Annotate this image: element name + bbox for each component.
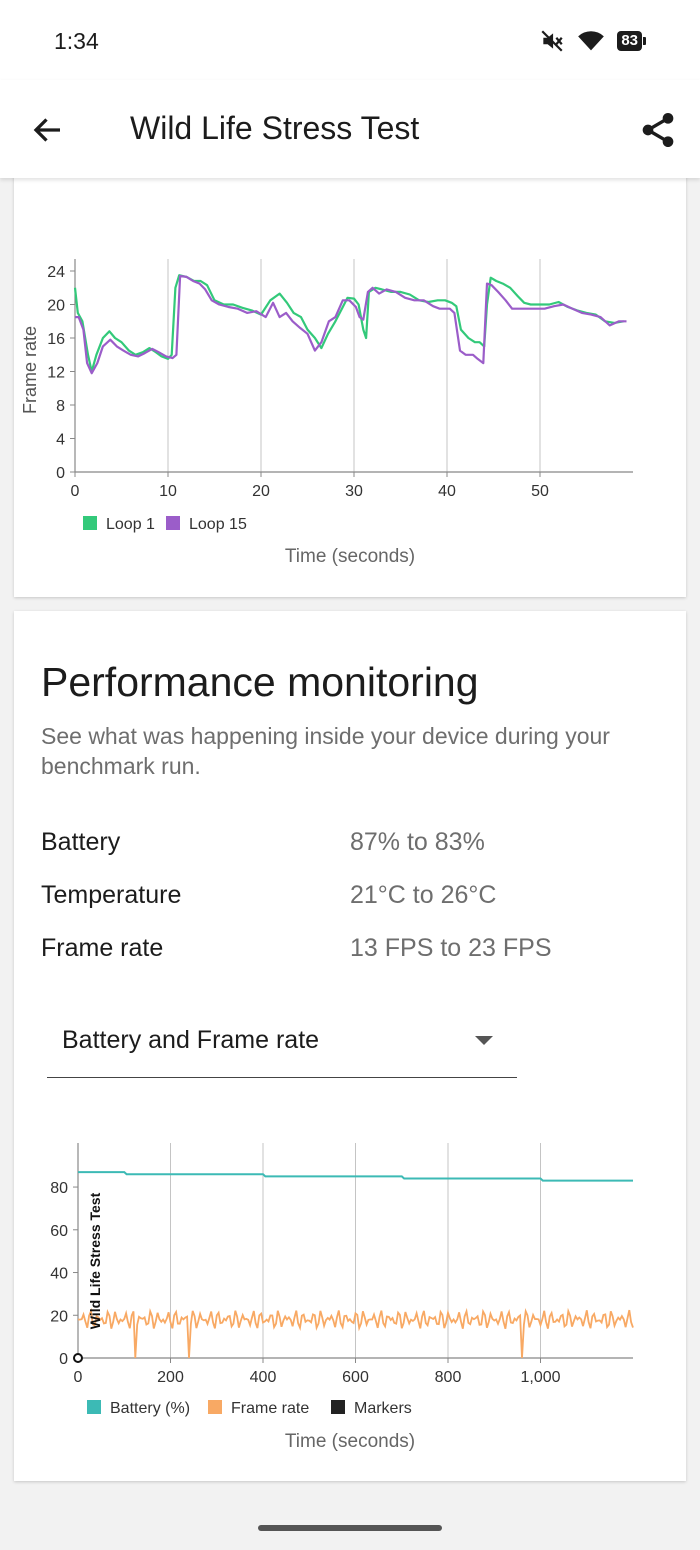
page-title: Wild Life Stress Test bbox=[130, 110, 420, 146]
stat-label: Battery bbox=[41, 828, 121, 856]
legend-swatch bbox=[331, 1400, 345, 1414]
x-tick-label: 400 bbox=[250, 1369, 277, 1386]
battery-icon: 83 bbox=[617, 31, 646, 51]
y-tick-label: 60 bbox=[50, 1223, 68, 1240]
stat-label: Temperature bbox=[41, 881, 182, 909]
legend-swatch bbox=[208, 1400, 222, 1414]
app-bar: Wild Life Stress Test bbox=[0, 80, 700, 178]
battery-level: 83 bbox=[617, 31, 642, 51]
mute-icon bbox=[541, 30, 563, 52]
series-line-loop-15 bbox=[75, 274, 627, 375]
x-axis-label: Time (seconds) bbox=[285, 1431, 415, 1452]
share-icon[interactable] bbox=[638, 110, 678, 150]
x-tick-label: 0 bbox=[71, 483, 80, 500]
series-line-loop-1 bbox=[73, 274, 624, 373]
legend-label: Loop 15 bbox=[189, 516, 247, 533]
legend-label: Markers bbox=[354, 1400, 412, 1417]
x-tick-label: 40 bbox=[438, 483, 456, 500]
y-tick-label: 0 bbox=[59, 1351, 68, 1368]
marker-point bbox=[73, 1353, 83, 1363]
x-tick-label: 200 bbox=[157, 1369, 184, 1386]
y-tick-label: 24 bbox=[47, 264, 65, 281]
legend-label: Frame rate bbox=[231, 1400, 309, 1417]
legend-swatch bbox=[87, 1400, 101, 1414]
status-time: 1:34 bbox=[54, 28, 99, 54]
y-tick-label: 80 bbox=[50, 1180, 68, 1197]
x-tick-label: 50 bbox=[531, 483, 549, 500]
battery-framerate-chart: 0 200 400 600 800 1,000 0 20 40 60 80 Wild Life Str… bbox=[50, 1143, 634, 1452]
y-tick-label: 8 bbox=[56, 398, 65, 415]
home-indicator[interactable] bbox=[258, 1525, 442, 1531]
frame-rate-chart-card: 0 10 20 30 40 50 0 4 8 12 16 20 24 Frame rate Loop 1 Lo… bbox=[14, 170, 686, 597]
x-tick-label: 20 bbox=[252, 483, 270, 500]
y-tick-label: 12 bbox=[47, 365, 65, 382]
chevron-down-icon bbox=[475, 1036, 493, 1045]
x-tick-label: 10 bbox=[159, 483, 177, 500]
stat-label: Frame rate bbox=[41, 934, 164, 962]
y-tick-label: 0 bbox=[56, 465, 65, 482]
x-tick-label: 0 bbox=[74, 1369, 83, 1386]
x-axis-label: Time (seconds) bbox=[285, 546, 415, 567]
status-bar: 1:34 83 bbox=[0, 0, 700, 80]
x-tick-label: 800 bbox=[435, 1369, 462, 1386]
legend-label: Loop 1 bbox=[106, 516, 155, 533]
y-tick-label: 20 bbox=[50, 1308, 68, 1325]
y-tick-label: 4 bbox=[56, 432, 65, 449]
x-tick-label: 30 bbox=[345, 483, 363, 500]
y-tick-label: 20 bbox=[47, 298, 65, 315]
x-tick-label: 1,000 bbox=[520, 1369, 560, 1386]
section-description: See what was happening inside your devic… bbox=[41, 723, 610, 779]
y-tick-label: 40 bbox=[50, 1266, 68, 1283]
section-title: Performance monitoring bbox=[41, 659, 479, 705]
performance-monitoring-card: Performance monitoring See what was happ… bbox=[14, 611, 686, 1481]
legend-swatch bbox=[83, 516, 97, 530]
stat-value: 21°C to 26°C bbox=[350, 881, 497, 909]
marker-annotation: Wild Life Stress Test bbox=[87, 1192, 103, 1329]
x-tick-label: 600 bbox=[342, 1369, 369, 1386]
chart-type-dropdown[interactable]: Battery and Frame rate bbox=[47, 1016, 517, 1078]
status-icons: 83 bbox=[539, 28, 646, 54]
legend-swatch bbox=[166, 516, 180, 530]
dropdown-selected-label: Battery and Frame rate bbox=[62, 1026, 320, 1054]
legend-label: Battery (%) bbox=[110, 1400, 190, 1417]
stat-value: 13 FPS to 23 FPS bbox=[350, 934, 552, 962]
frame-rate-chart: 0 10 20 30 40 50 0 4 8 12 16 20 24 Frame rate Loop 1 Lo… bbox=[20, 259, 633, 567]
arrow-left-icon[interactable] bbox=[30, 112, 66, 148]
y-tick-label: 16 bbox=[47, 331, 65, 348]
stat-value: 87% to 83% bbox=[350, 828, 485, 856]
wifi-icon bbox=[578, 31, 605, 51]
y-axis-label: Frame rate bbox=[20, 326, 40, 414]
